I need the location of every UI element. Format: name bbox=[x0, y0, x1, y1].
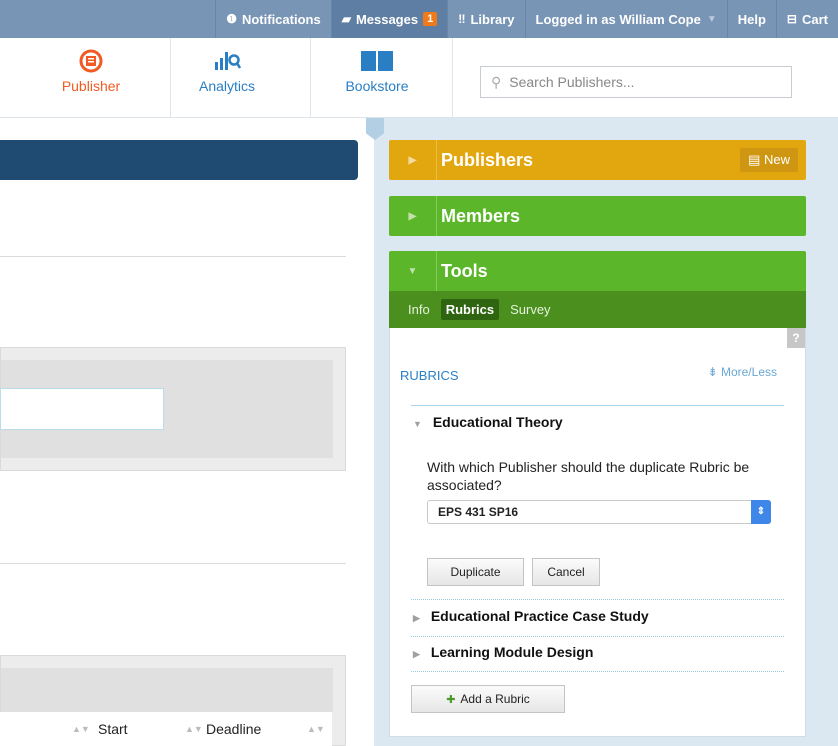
tools-accordion[interactable]: ▼ Tools bbox=[389, 251, 806, 291]
app-nav: Publisher Analytics Bookstore ⚲ Search P… bbox=[0, 38, 838, 118]
rubric-item-case-study[interactable]: ▶ Educational Practice Case Study bbox=[413, 608, 649, 624]
books-icon: ‼ bbox=[458, 12, 466, 26]
sort-icon[interactable]: ▲▼ bbox=[307, 724, 325, 734]
expand-arrow-icon: ▶ bbox=[389, 196, 437, 236]
column-start[interactable]: Start bbox=[98, 721, 128, 737]
nav-divider bbox=[170, 38, 171, 118]
search-input[interactable]: ⚲ Search Publishers... bbox=[480, 66, 792, 98]
tools-label: Tools bbox=[441, 260, 488, 281]
tab-survey[interactable]: Survey bbox=[505, 299, 555, 320]
alert-icon: ❶ bbox=[226, 12, 237, 26]
sort-icon[interactable]: ▲▼ bbox=[72, 724, 90, 734]
library-link[interactable]: ‼ Library bbox=[447, 0, 524, 38]
document-icon: ▤ bbox=[748, 152, 761, 167]
analytics-icon bbox=[215, 52, 242, 70]
left-text-input[interactable] bbox=[0, 388, 164, 430]
new-label: New bbox=[763, 152, 790, 167]
expand-arrow-icon: ▶ bbox=[413, 649, 420, 659]
rubrics-heading: RUBRICS bbox=[400, 368, 459, 383]
divider bbox=[0, 563, 346, 564]
messages-link[interactable]: ▰ Messages 1 bbox=[330, 0, 448, 38]
rubric-name: Learning Module Design bbox=[430, 644, 594, 660]
rubric-item-educational-theory[interactable]: ▼ Educational Theory bbox=[413, 414, 563, 430]
cart-icon: ⊟ bbox=[786, 12, 797, 26]
divider bbox=[0, 256, 346, 257]
nav-bookstore-label: Bookstore bbox=[345, 78, 409, 94]
rubric-name: Educational Theory bbox=[432, 414, 563, 430]
help-link[interactable]: Help bbox=[726, 0, 776, 38]
tab-rubrics[interactable]: Rubrics bbox=[440, 299, 500, 320]
expand-arrow-icon: ▶ bbox=[389, 140, 437, 180]
members-accordion[interactable]: ▶ Members bbox=[389, 196, 806, 236]
publisher-select-value: EPS 431 SP16 bbox=[438, 505, 519, 519]
search-icon: ⚲ bbox=[491, 73, 502, 90]
sort-icon[interactable]: ▲▼ bbox=[185, 724, 203, 734]
search-placeholder: Search Publishers... bbox=[509, 74, 635, 90]
publishers-accordion[interactable]: ▶ Publishers ▤ New bbox=[389, 140, 806, 180]
publishers-label: Publishers bbox=[441, 149, 534, 170]
help-button[interactable]: ? bbox=[787, 328, 805, 348]
user-menu-label: Logged in as William Cope bbox=[535, 11, 701, 27]
nav-divider bbox=[452, 38, 453, 118]
user-menu[interactable]: Logged in as William Cope ▼ bbox=[524, 0, 727, 38]
notifications-link[interactable]: ❶ Notifications bbox=[215, 0, 331, 38]
book-icon bbox=[361, 51, 393, 71]
plus-icon: ✚ bbox=[446, 693, 456, 706]
rubrics-panel: ? RUBRICS ⇟ More/Less ▼ Educational Theo… bbox=[389, 328, 806, 737]
divider bbox=[411, 636, 784, 637]
divider bbox=[411, 599, 784, 600]
notifications-label: Notifications bbox=[241, 11, 321, 27]
divider bbox=[411, 671, 784, 672]
tools-tab-bar: Info Rubrics Survey bbox=[389, 291, 806, 328]
cancel-label: Cancel bbox=[547, 565, 585, 579]
select-arrows-icon: ⇕ bbox=[751, 500, 771, 524]
cart-link[interactable]: ⊟ Cart bbox=[775, 0, 838, 38]
publisher-select[interactable]: EPS 431 SP16 ⇕ bbox=[427, 500, 771, 524]
duplicate-button[interactable]: Duplicate bbox=[427, 558, 524, 586]
more-less-label: More/Less bbox=[720, 365, 777, 379]
chevron-down-icon: ▼ bbox=[706, 13, 717, 25]
left-table-header: ▲▼ Start ▲▼ Deadline ▲▼ bbox=[0, 712, 332, 746]
rubric-item-learning-module[interactable]: ▶ Learning Module Design bbox=[413, 644, 593, 660]
expand-collapse-icon: ⇟ bbox=[707, 365, 718, 379]
nav-bookstore[interactable]: Bookstore bbox=[322, 48, 432, 94]
divider bbox=[411, 405, 784, 406]
add-rubric-label: Add a Rubric bbox=[460, 692, 530, 706]
more-less-toggle[interactable]: ⇟ More/Less bbox=[708, 365, 777, 379]
help-label: Help bbox=[737, 11, 766, 27]
collapse-arrow-icon: ▼ bbox=[389, 251, 437, 291]
nav-publisher[interactable]: Publisher bbox=[36, 48, 146, 94]
nav-publisher-label: Publisher bbox=[61, 78, 121, 94]
cancel-button[interactable]: Cancel bbox=[532, 558, 600, 586]
members-label: Members bbox=[441, 205, 521, 226]
cart-label: Cart bbox=[801, 11, 828, 27]
messages-count-badge: 1 bbox=[423, 12, 438, 26]
left-table-panel-inner bbox=[1, 668, 333, 712]
nav-analytics-label: Analytics bbox=[198, 78, 256, 94]
column-deadline[interactable]: Deadline bbox=[206, 721, 261, 737]
top-bar: ❶ Notifications ▰ Messages 1 ‼ Library L… bbox=[0, 0, 838, 38]
nav-analytics[interactable]: Analytics bbox=[172, 48, 282, 94]
collapse-arrow-icon: ▼ bbox=[413, 419, 422, 429]
duplicate-label: Duplicate bbox=[450, 565, 501, 579]
messages-label: Messages bbox=[355, 11, 419, 27]
library-label: Library bbox=[470, 11, 515, 27]
left-section-header bbox=[0, 140, 358, 180]
new-publisher-button[interactable]: ▤ New bbox=[740, 148, 798, 172]
add-rubric-button[interactable]: ✚ Add a Rubric bbox=[411, 685, 565, 713]
rubric-name: Educational Practice Case Study bbox=[430, 608, 649, 624]
expand-arrow-icon: ▶ bbox=[413, 613, 420, 623]
nav-divider bbox=[310, 38, 311, 118]
publisher-icon bbox=[79, 49, 103, 73]
speech-bubble-icon: ▰ bbox=[341, 12, 351, 26]
tab-info[interactable]: Info bbox=[403, 299, 435, 320]
duplicate-question: With which Publisher should the duplicat… bbox=[427, 459, 750, 493]
